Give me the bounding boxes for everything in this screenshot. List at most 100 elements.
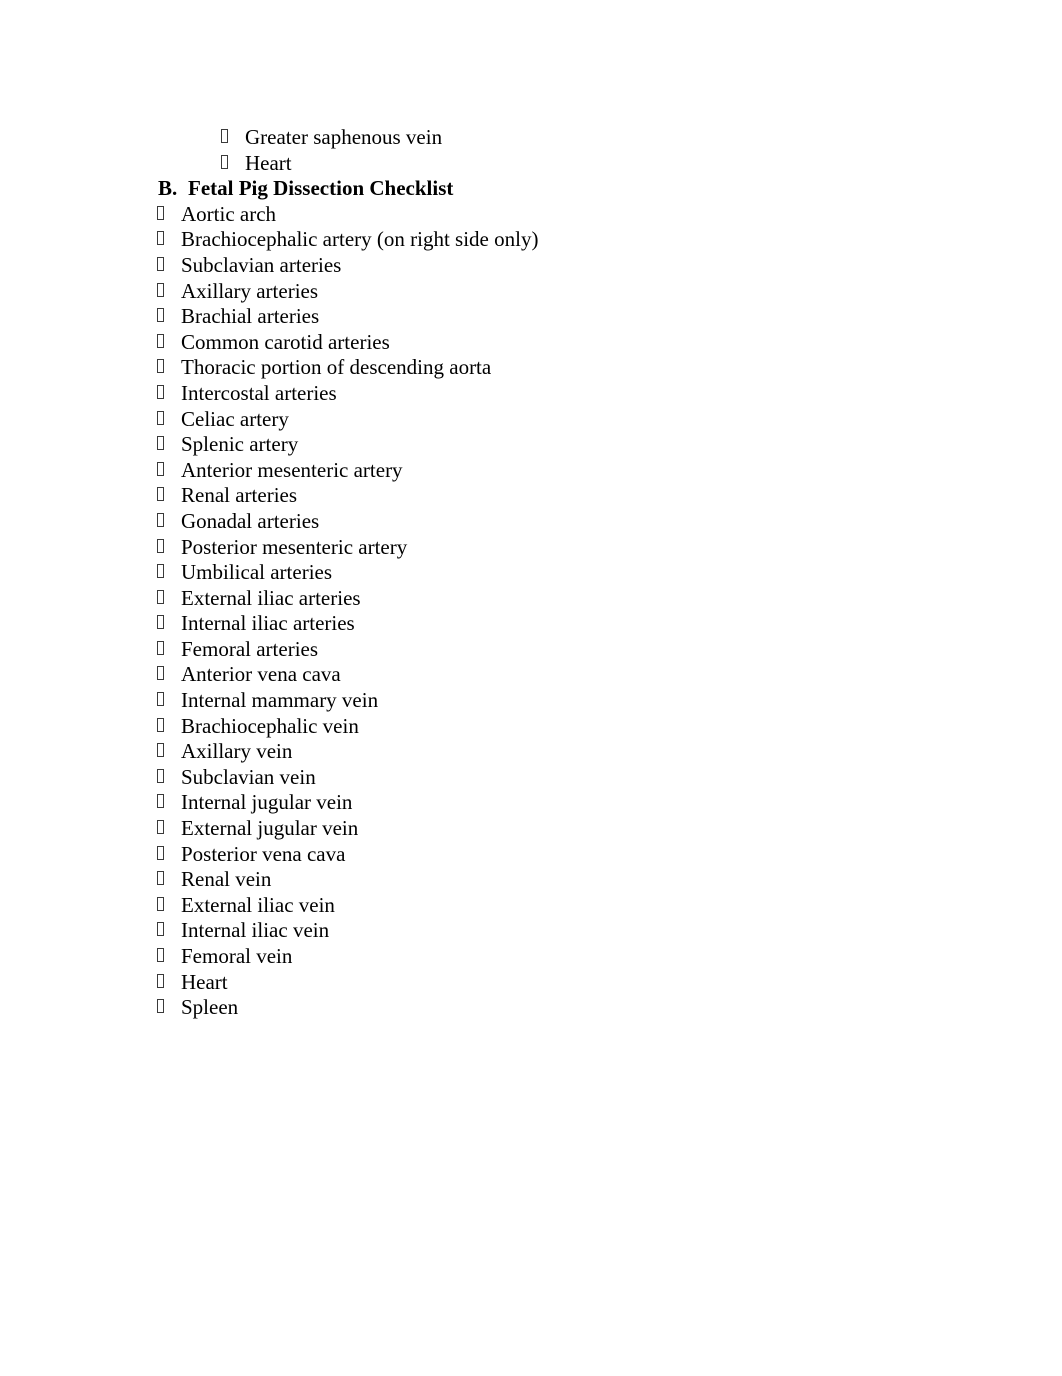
list-item-label: Posterior mesenteric artery — [181, 534, 408, 559]
list-item[interactable]: Splenic artery — [0, 432, 1062, 458]
list-item[interactable]: Internal mammary vein — [0, 688, 1062, 714]
list-marker-cell — [0, 739, 164, 765]
checkbox-icon[interactable] — [221, 154, 228, 169]
list-item[interactable]: Subclavian vein — [0, 765, 1062, 791]
list-item[interactable]: Renal arteries — [0, 483, 1062, 509]
checkbox-icon[interactable] — [157, 487, 164, 502]
list-item[interactable]: Internal jugular vein — [0, 790, 1062, 816]
list-item[interactable]: Brachial arteries — [0, 304, 1062, 330]
checkbox-icon[interactable] — [157, 410, 164, 425]
checkbox-icon[interactable] — [157, 615, 164, 630]
checkbox-icon[interactable] — [157, 717, 164, 732]
checkbox-icon[interactable] — [157, 794, 164, 809]
list-marker-cell — [0, 355, 164, 381]
list-item-label: Femoral vein — [181, 944, 293, 968]
list-item[interactable]: Femoral arteries — [0, 637, 1062, 663]
list-marker-cell — [0, 279, 164, 305]
checkbox-icon[interactable] — [157, 282, 164, 297]
section-heading-b: B. Fetal Pig Dissection Checklist — [0, 176, 1062, 202]
list-item[interactable]: Axillary vein — [0, 739, 1062, 765]
checkbox-icon[interactable] — [157, 589, 164, 604]
checkbox-icon[interactable] — [157, 333, 164, 348]
list-item-label: Subclavian vein — [181, 764, 316, 789]
list-item-label: Intercostal arteries — [181, 380, 337, 405]
checkbox-icon[interactable] — [157, 820, 164, 835]
list-item[interactable]: Heart — [0, 151, 1062, 177]
list-marker-cell — [0, 995, 164, 1021]
list-item[interactable]: Brachiocephalic artery (on right side on… — [0, 227, 1062, 253]
list-item[interactable]: Gonadal arteries — [0, 509, 1062, 535]
list-item[interactable]: Thoracic portion of descending aorta — [0, 355, 1062, 381]
checkbox-icon[interactable] — [157, 359, 164, 374]
list-item[interactable]: Posterior mesenteric artery — [0, 535, 1062, 561]
list-item[interactable]: Posterior vena cava — [0, 842, 1062, 868]
checkbox-icon[interactable] — [157, 922, 164, 937]
list-item-label: Brachiocephalic artery (on right side on… — [181, 227, 539, 252]
list-marker-cell — [0, 483, 164, 509]
list-item[interactable]: Umbilical arteries — [0, 560, 1062, 586]
checkbox-icon[interactable] — [157, 231, 164, 246]
checkbox-icon[interactable] — [157, 512, 164, 527]
list-item[interactable]: Aortic arch — [0, 202, 1062, 228]
list-item-label: Anterior vena cava — [181, 662, 341, 687]
list-item[interactable]: Renal vein — [0, 867, 1062, 893]
list-item-label: Anterior mesenteric artery — [181, 457, 403, 482]
list-item-label: Brachial arteries — [181, 304, 320, 329]
list-marker-cell — [0, 253, 164, 279]
list-marker-cell — [0, 842, 164, 868]
list-item[interactable]: External jugular vein — [0, 816, 1062, 842]
list-item-label: External jugular vein — [181, 816, 359, 841]
sub-checklist-continued: Greater saphenous vein Heart — [0, 125, 1062, 176]
list-marker-cell — [0, 458, 164, 484]
checkbox-icon[interactable] — [157, 973, 164, 988]
list-item[interactable]: External iliac vein — [0, 893, 1062, 919]
checkbox-icon[interactable] — [221, 129, 228, 143]
list-item[interactable]: Brachiocephalic vein — [0, 714, 1062, 740]
list-item-label: Spleen — [181, 995, 239, 1020]
list-item[interactable]: Celiac artery — [0, 407, 1062, 433]
list-item-label: Axillary arteries — [181, 278, 319, 303]
list-item-label: Heart — [181, 969, 228, 994]
list-marker-cell — [0, 202, 164, 228]
checkbox-icon[interactable] — [157, 308, 164, 323]
checkbox-icon[interactable] — [157, 999, 164, 1014]
checkbox-icon[interactable] — [157, 948, 164, 962]
checkbox-icon[interactable] — [157, 871, 164, 886]
checkbox-icon[interactable] — [157, 538, 164, 553]
list-item-label: Splenic artery — [181, 432, 299, 457]
section-title: Fetal Pig Dissection Checklist — [188, 176, 454, 201]
list-marker-cell — [0, 560, 164, 586]
checkbox-icon[interactable] — [157, 256, 164, 271]
list-item[interactable]: Common carotid arteries — [0, 330, 1062, 356]
list-item[interactable]: Femoral vein — [0, 944, 1062, 970]
list-item[interactable]: Intercostal arteries — [0, 381, 1062, 407]
checkbox-icon[interactable] — [157, 666, 164, 681]
list-marker-cell — [0, 125, 228, 151]
list-item[interactable]: Subclavian arteries — [0, 253, 1062, 279]
list-marker-cell — [0, 611, 164, 637]
checkbox-icon[interactable] — [157, 461, 164, 476]
list-marker-cell — [0, 586, 164, 612]
list-item[interactable]: Axillary arteries — [0, 279, 1062, 305]
list-item[interactable]: Internal iliac arteries — [0, 611, 1062, 637]
checkbox-icon[interactable] — [157, 768, 164, 783]
list-item-label: Internal mammary vein — [181, 688, 379, 713]
checkbox-icon[interactable] — [157, 896, 164, 911]
list-item[interactable]: Anterior mesenteric artery — [0, 458, 1062, 484]
list-item[interactable]: Greater saphenous vein — [0, 125, 1062, 151]
checkbox-icon[interactable] — [157, 436, 164, 451]
checkbox-icon[interactable] — [157, 564, 164, 579]
checkbox-icon[interactable] — [157, 845, 164, 860]
list-item[interactable]: Heart — [0, 970, 1062, 996]
checkbox-icon[interactable] — [157, 384, 164, 399]
list-item[interactable]: Anterior vena cava — [0, 662, 1062, 688]
checkbox-icon[interactable] — [157, 205, 164, 220]
list-item[interactable]: Internal iliac vein — [0, 918, 1062, 944]
list-item-label: Internal iliac vein — [181, 918, 330, 943]
checkbox-icon[interactable] — [157, 692, 164, 707]
list-item[interactable]: Spleen — [0, 995, 1062, 1021]
checkbox-icon[interactable] — [157, 640, 164, 655]
checkbox-icon[interactable] — [157, 743, 164, 758]
list-marker-cell — [0, 381, 164, 407]
list-item[interactable]: External iliac arteries — [0, 586, 1062, 612]
